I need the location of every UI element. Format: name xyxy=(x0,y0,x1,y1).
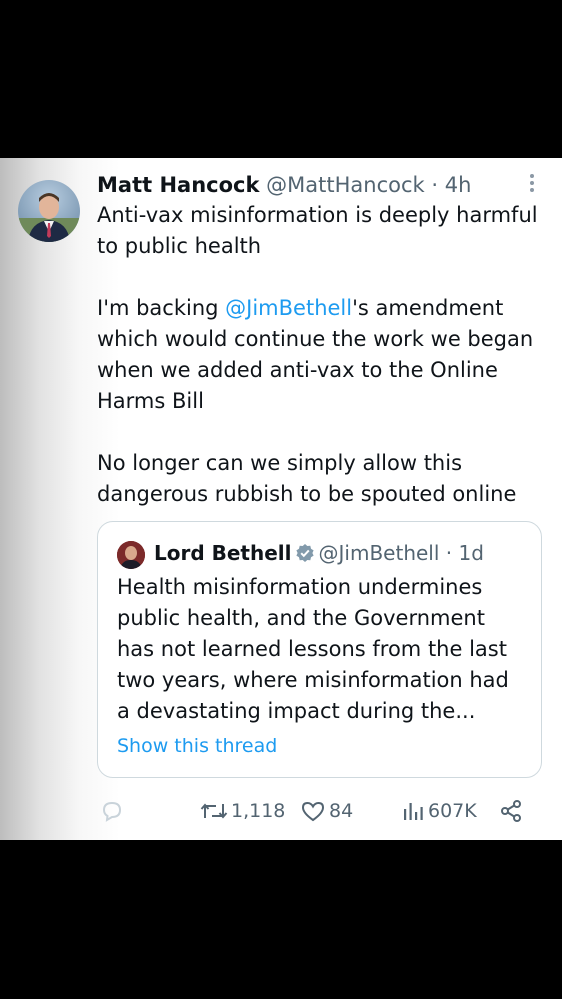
more-icon[interactable] xyxy=(522,172,542,196)
tweet-paragraph-1: Anti-vax misinformation is deeply harmfu… xyxy=(97,203,538,258)
quote-time: · 1d xyxy=(445,541,484,565)
tweet-paragraph-3: No longer can we simply allow this dange… xyxy=(97,451,517,506)
reply-button[interactable] xyxy=(100,796,124,826)
tweet-time[interactable]: · 4h xyxy=(431,173,471,197)
quote-author-name: Lord Bethell xyxy=(154,541,292,565)
tweet-card[interactable]: Matt Hancock @MattHancock · 4h Anti-vax … xyxy=(0,158,562,840)
tweet-header: Matt Hancock @MattHancock · 4h xyxy=(97,170,471,200)
show-thread-link[interactable]: Show this thread xyxy=(117,732,277,760)
like-icon xyxy=(300,799,326,823)
quote-avatar xyxy=(117,541,145,569)
retweet-icon xyxy=(200,799,228,823)
paragraph-text: I'm backing xyxy=(97,296,226,320)
tweet-text: Anti-vax misinformation is deeply harmfu… xyxy=(97,200,547,510)
views-button[interactable]: 607K xyxy=(401,796,477,826)
share-button[interactable] xyxy=(499,796,523,826)
verified-icon xyxy=(295,541,315,571)
tweet-paragraph-2: I'm backing @JimBethell's amendment whic… xyxy=(97,293,547,417)
like-button[interactable]: 84 xyxy=(300,796,353,826)
quote-text: Health misinformation undermines public … xyxy=(117,575,509,723)
reply-icon xyxy=(100,799,124,823)
retweet-count: 1,118 xyxy=(231,800,286,822)
retweet-button[interactable]: 1,118 xyxy=(200,796,285,826)
quote-author-handle: @JimBethell xyxy=(318,541,440,565)
mention-link[interactable]: @JimBethell xyxy=(225,296,352,320)
quote-header: Lord Bethell @JimBethell · 1d xyxy=(154,538,484,571)
views-icon xyxy=(401,799,425,823)
share-icon xyxy=(499,799,523,823)
quoted-tweet[interactable]: Lord Bethell @JimBethell · 1d Health misi… xyxy=(97,521,542,778)
author-avatar[interactable] xyxy=(18,180,80,242)
views-count: 607K xyxy=(428,800,477,822)
author-name[interactable]: Matt Hancock xyxy=(97,173,259,197)
like-count: 84 xyxy=(329,800,354,822)
action-bar: 1,118 84 607K xyxy=(0,796,562,826)
author-handle[interactable]: @MattHancock xyxy=(266,173,425,197)
